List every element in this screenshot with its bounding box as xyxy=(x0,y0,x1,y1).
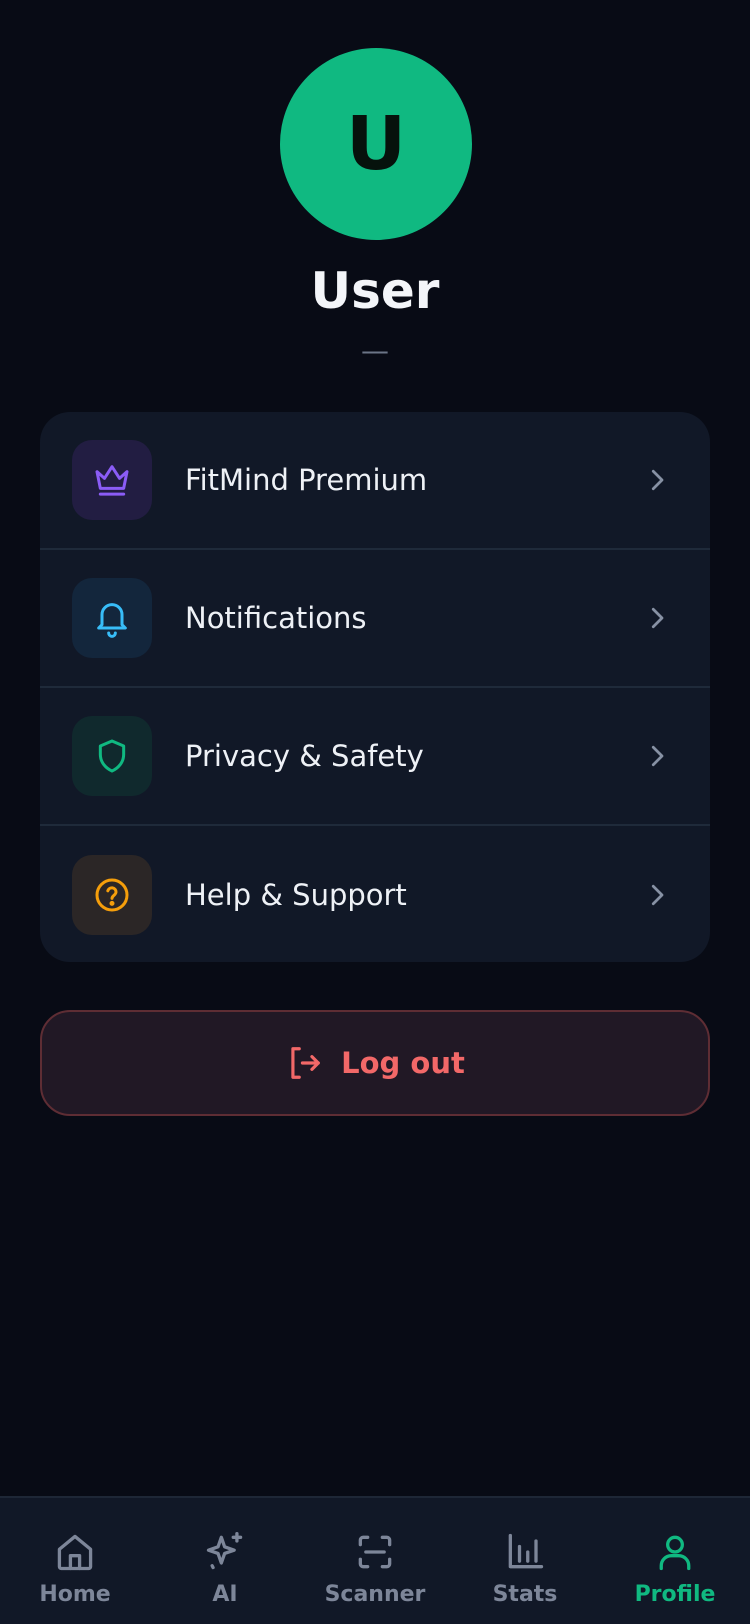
tab-ai[interactable]: AI xyxy=(150,1498,300,1624)
tab-label: AI xyxy=(212,1582,238,1607)
menu-item-premium[interactable]: FitMind Premium xyxy=(40,412,710,550)
menu-item-help[interactable]: Help & Support xyxy=(40,826,710,962)
menu-item-label: Help & Support xyxy=(185,878,407,912)
bar-chart-icon xyxy=(508,1533,544,1569)
menu-item-label: FitMind Premium xyxy=(185,463,428,497)
profile-screen: U User — FitMind Premium Notifications P… xyxy=(0,0,750,1624)
crown-icon xyxy=(72,440,152,520)
tab-stats[interactable]: Stats xyxy=(450,1498,600,1624)
avatar-initial: U xyxy=(345,101,407,187)
sparkles-icon xyxy=(206,1532,243,1570)
tab-profile[interactable]: Profile xyxy=(600,1498,750,1624)
tab-label: Scanner xyxy=(324,1582,426,1607)
logout-icon xyxy=(291,1047,320,1079)
tab-label: Stats xyxy=(492,1582,558,1607)
tab-label: Home xyxy=(39,1582,111,1607)
help-circle-icon xyxy=(72,855,152,935)
menu-item-label: Privacy & Safety xyxy=(185,739,424,773)
settings-menu: FitMind Premium Notifications Privacy & … xyxy=(40,412,710,962)
tab-home[interactable]: Home xyxy=(0,1498,150,1624)
scan-icon xyxy=(358,1535,392,1569)
menu-item-label: Notifications xyxy=(185,601,367,635)
menu-item-notifications[interactable]: Notifications xyxy=(40,550,710,688)
user-icon xyxy=(659,1535,691,1571)
chevron-right-icon xyxy=(651,745,664,767)
logout-label: Log out xyxy=(341,1046,465,1080)
logout-button[interactable]: Log out xyxy=(40,1010,710,1116)
home-icon xyxy=(57,1534,93,1571)
avatar: U xyxy=(280,48,472,240)
shield-icon xyxy=(72,716,152,796)
profile-subline: — xyxy=(361,334,389,367)
menu-item-privacy[interactable]: Privacy & Safety xyxy=(40,688,710,826)
profile-name: User xyxy=(310,262,440,320)
tab-scanner[interactable]: Scanner xyxy=(300,1498,450,1624)
tab-label: Profile xyxy=(634,1582,716,1607)
chevron-right-icon xyxy=(651,607,664,629)
bell-icon xyxy=(72,578,152,658)
chevron-right-icon xyxy=(651,884,664,906)
chevron-right-icon xyxy=(651,469,664,491)
bottom-tab-bar: Home AI Scanner Stats Profile xyxy=(0,1496,750,1624)
